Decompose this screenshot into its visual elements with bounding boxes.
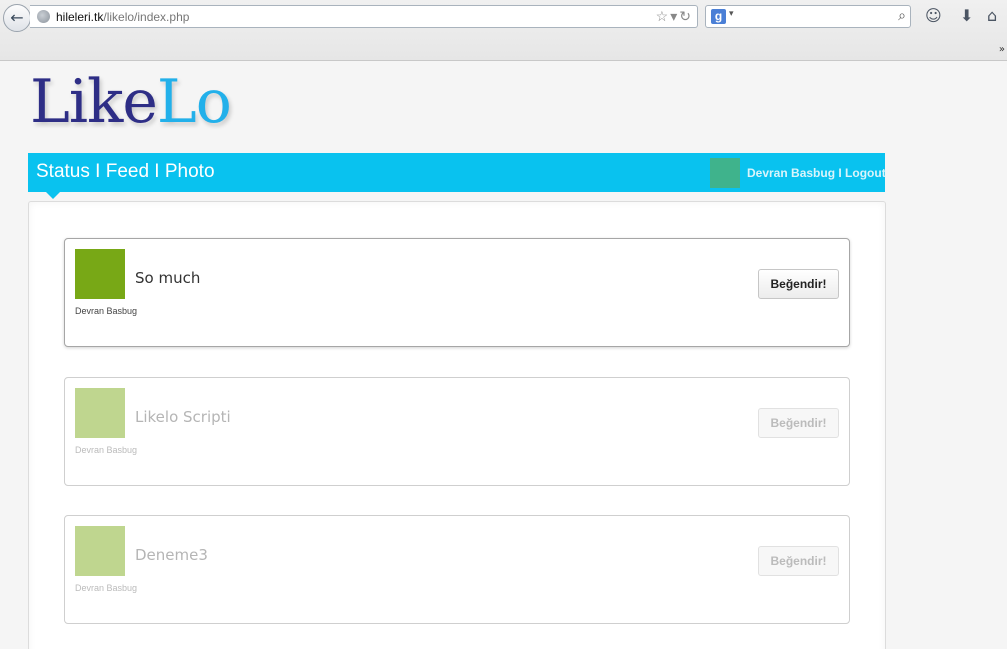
url-bar-icons: ☆▾↻ [656,8,693,25]
post-title: Likelo Scripti [135,408,231,426]
home-icon[interactable]: ⌂ [987,6,997,25]
nav-link-photo[interactable]: Photo [165,161,215,182]
site-logo[interactable]: LikeLo [30,72,232,132]
url-text: hileleri.tk/likelo/index.php [56,10,189,24]
like-button[interactable]: Beğendir! [758,408,839,438]
user-name-link[interactable]: Devran Basbug [747,166,835,180]
feed-panel: So much Devran Basbug Beğendir! Likelo S… [28,201,886,649]
user-avatar[interactable] [710,158,740,188]
toolbar-overflow-chevron-icon[interactable]: » [999,44,1005,55]
post-avatar [75,249,125,299]
nav-link-status[interactable]: Status [36,161,90,182]
browser-toolbar: ← hileleri.tk/likelo/index.php ☆▾↻ g ▾ ⌕… [0,0,1007,61]
logo-part-lo: Lo [156,67,232,137]
post-author[interactable]: Devran Basbug [75,583,137,593]
user-links: Devran Basbug I Logout [747,166,886,180]
nav-separator: I [149,161,165,182]
user-separator: I [835,166,846,180]
post-title: Deneme3 [135,546,208,564]
like-button[interactable]: Beğendir! [758,546,839,576]
navbar: Status I Feed I Photo Devran Basbug I Lo… [28,153,886,199]
globe-icon [37,10,50,23]
url-path: /likelo/index.php [103,10,190,24]
google-search-engine-icon[interactable]: g [711,9,726,24]
post-author[interactable]: Devran Basbug [75,306,137,316]
logout-link[interactable]: Logout [845,166,886,180]
reload-icon[interactable]: ↻ [679,8,693,24]
logo-part-like: Like [30,67,158,137]
nav-link-feed[interactable]: Feed [106,161,149,182]
post-avatar [75,388,125,438]
post-author[interactable]: Devran Basbug [75,445,137,455]
page-content: LikeLo Status I Feed I Photo Devran Basb… [0,62,1007,649]
search-bar[interactable]: g ▾ ⌕ [705,5,911,28]
address-bar[interactable]: hileleri.tk/likelo/index.php ☆▾↻ [30,5,698,28]
search-engine-dropdown-icon[interactable]: ▾ [729,9,734,19]
history-dropdown-icon[interactable]: ▾ [670,8,679,24]
post-card: So much Devran Basbug Beğendir! [64,238,850,347]
post-avatar [75,526,125,576]
nav-separator: I [89,161,106,182]
back-arrow-icon: ← [10,8,24,27]
addon-icon[interactable]: ☺ [925,6,942,25]
nav-links: Status I Feed I Photo [36,161,215,183]
active-nav-pointer [46,192,60,199]
url-host: hileleri.tk [56,10,104,24]
bookmark-star-icon[interactable]: ☆ [656,8,671,24]
post-card: Likelo Scripti Devran Basbug Beğendir! [64,377,850,486]
like-button[interactable]: Beğendir! [758,269,839,299]
magnifier-icon[interactable]: ⌕ [898,8,906,24]
post-card: Deneme3 Devran Basbug Beğendir! [64,515,850,624]
downloads-icon[interactable]: ⬇ [960,6,973,25]
post-title: So much [135,269,201,287]
back-button[interactable]: ← [3,4,31,32]
